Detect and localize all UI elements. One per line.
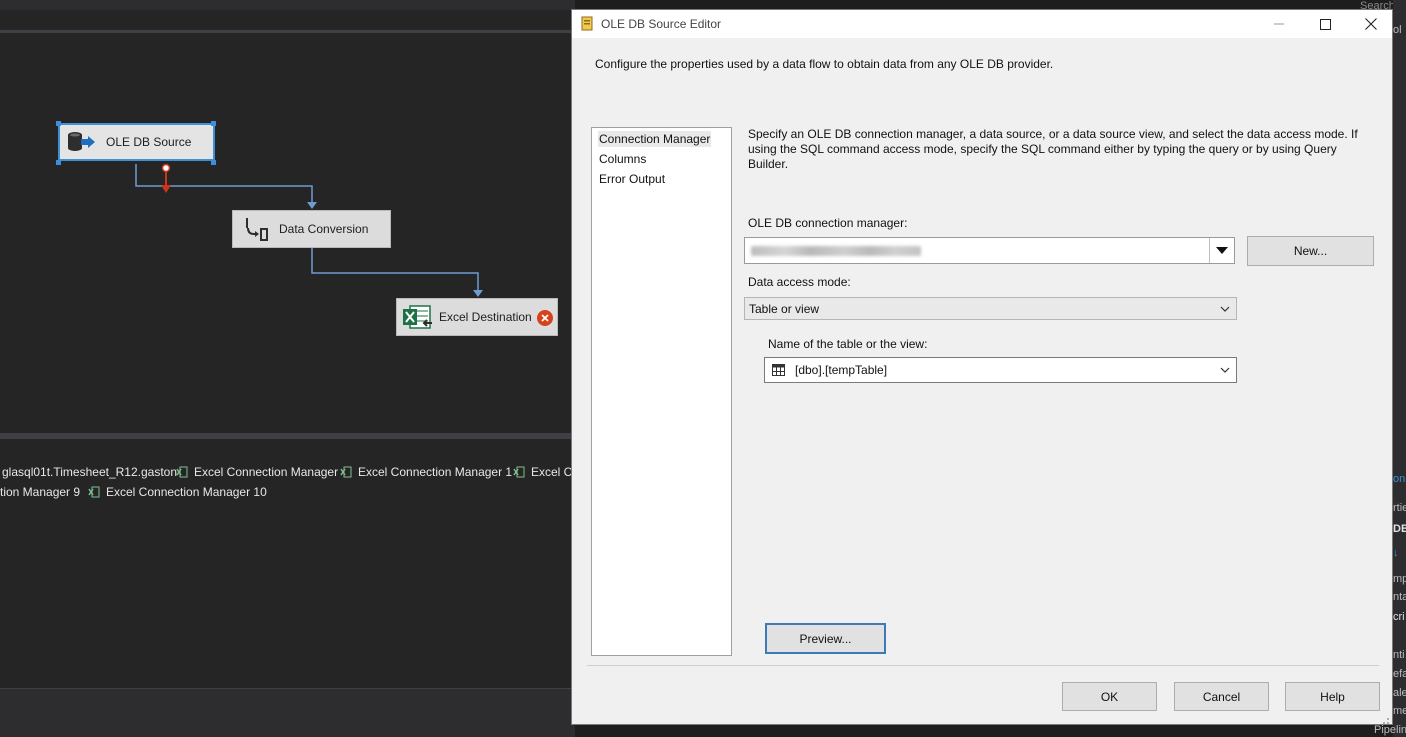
excel-destination-icon: [401, 302, 435, 332]
dialog-title: OLE DB Source Editor: [601, 17, 722, 31]
connection-manager-item[interactable]: glasql01t.Timesheet_R12.gaston: [2, 465, 177, 479]
path-conversion-to-destination: [311, 248, 479, 292]
nav-error-output[interactable]: Error Output: [598, 171, 666, 187]
blurred-connection-name: [751, 245, 921, 256]
panel-text-fragment: rtie: [1393, 502, 1406, 514]
panel-text-fragment: DB: [1393, 523, 1406, 535]
ole-db-source-icon: [581, 16, 593, 31]
panel-text-fragment: cri: [1393, 611, 1405, 623]
excel-connection-icon: [340, 466, 352, 478]
nav-columns[interactable]: Columns: [598, 151, 647, 167]
database-source-icon: [64, 127, 98, 157]
properties-panel-edge: ol on rtie DB ↓ mp nta cri nti efa ale m…: [1393, 0, 1406, 737]
panel-text-fragment: nta: [1393, 591, 1406, 603]
preview-button[interactable]: Preview...: [765, 623, 886, 654]
close-icon[interactable]: [1348, 10, 1394, 38]
connection-manager-label: OLE DB connection manager:: [748, 216, 908, 230]
table-name-value: [dbo].[tempTable]: [795, 363, 888, 377]
minimize-icon[interactable]: [1256, 10, 1302, 38]
excel-connection-icon: [513, 466, 525, 478]
excel-connection-icon: [88, 486, 100, 498]
component-label: Excel Destination: [439, 310, 532, 324]
ok-button[interactable]: OK: [1062, 682, 1157, 711]
output-connector-handle: [161, 163, 171, 173]
component-label: OLE DB Source: [106, 135, 192, 149]
page-description: Specify an OLE DB connection manager, a …: [748, 127, 1358, 171]
selection-handle[interactable]: [56, 121, 61, 126]
new-connection-button[interactable]: New...: [1247, 236, 1374, 266]
ole-db-source-editor-dialog: OLE DB Source Editor Configure the prope…: [571, 9, 1393, 725]
error-badge-icon: [537, 310, 553, 326]
path-arrowhead: [473, 290, 483, 297]
help-button[interactable]: Help: [1285, 682, 1380, 711]
panel-text-fragment: ale: [1393, 687, 1406, 699]
connection-manager-item[interactable]: Excel Connection Manager 1: [340, 465, 512, 479]
connection-manager-item[interactable]: Excel Connection Manager: [176, 465, 338, 479]
connection-manager-item[interactable]: Excel Co: [513, 465, 579, 479]
chevron-down-icon[interactable]: [1214, 298, 1236, 319]
path-arrowhead: [307, 202, 317, 209]
selection-handle[interactable]: [56, 160, 61, 165]
maximize-icon[interactable]: [1302, 10, 1348, 38]
dialog-description: Configure the properties used by a data …: [595, 57, 1054, 71]
data-conversion-component[interactable]: Data Conversion: [232, 210, 391, 248]
panel-text-fragment: mp: [1393, 573, 1406, 585]
page-navigation-list: Connection Manager Columns Error Output: [591, 127, 732, 656]
table-name-dropdown[interactable]: [dbo].[tempTable]: [764, 357, 1237, 383]
panel-text-fragment: me: [1393, 705, 1406, 717]
data-access-mode-dropdown[interactable]: Table or view: [744, 297, 1237, 320]
panel-text-fragment: efa: [1393, 668, 1406, 680]
component-label: Data Conversion: [279, 222, 369, 236]
panel-text-fragment: on: [1393, 473, 1406, 485]
chevron-down-icon[interactable]: [1214, 358, 1236, 382]
panel-text-fragment: ↓: [1393, 547, 1399, 559]
selection-handle[interactable]: [211, 160, 216, 165]
designer-status-area: [0, 689, 575, 737]
selection-handle[interactable]: [211, 121, 216, 126]
nav-connection-manager[interactable]: Connection Manager: [598, 131, 712, 147]
excel-destination-component[interactable]: Excel Destination: [396, 298, 558, 336]
panel-text-fragment: ol: [1393, 24, 1402, 36]
dialog-title-bar[interactable]: OLE DB Source Editor: [572, 10, 1392, 38]
dialog-separator: [587, 665, 1379, 666]
ole-db-source-component[interactable]: OLE DB Source: [58, 123, 215, 161]
cancel-button[interactable]: Cancel: [1174, 682, 1269, 711]
excel-connection-icon: [176, 466, 188, 478]
connection-manager-item[interactable]: tion Manager 9: [0, 485, 80, 499]
connection-manager-dropdown[interactable]: [744, 237, 1235, 264]
connection-manager-item[interactable]: Excel Connection Manager 10: [88, 485, 267, 499]
resize-grip-icon[interactable]: [1380, 712, 1390, 724]
panel-text-fragment: nti: [1393, 649, 1405, 661]
table-name-label: Name of the table or the view:: [768, 337, 928, 351]
access-mode-label: Data access mode:: [748, 275, 851, 289]
access-mode-value: Table or view: [749, 301, 820, 316]
panel-text-fragment: Pipelin: [1374, 724, 1406, 736]
data-conversion-icon: [237, 214, 271, 244]
dropdown-arrow-icon[interactable]: [1209, 238, 1234, 263]
data-flow-designer: OLE DB Source Data Conversion Excel Dest…: [0, 0, 579, 737]
table-icon: [772, 364, 785, 376]
error-output-arrowhead: [161, 185, 171, 193]
